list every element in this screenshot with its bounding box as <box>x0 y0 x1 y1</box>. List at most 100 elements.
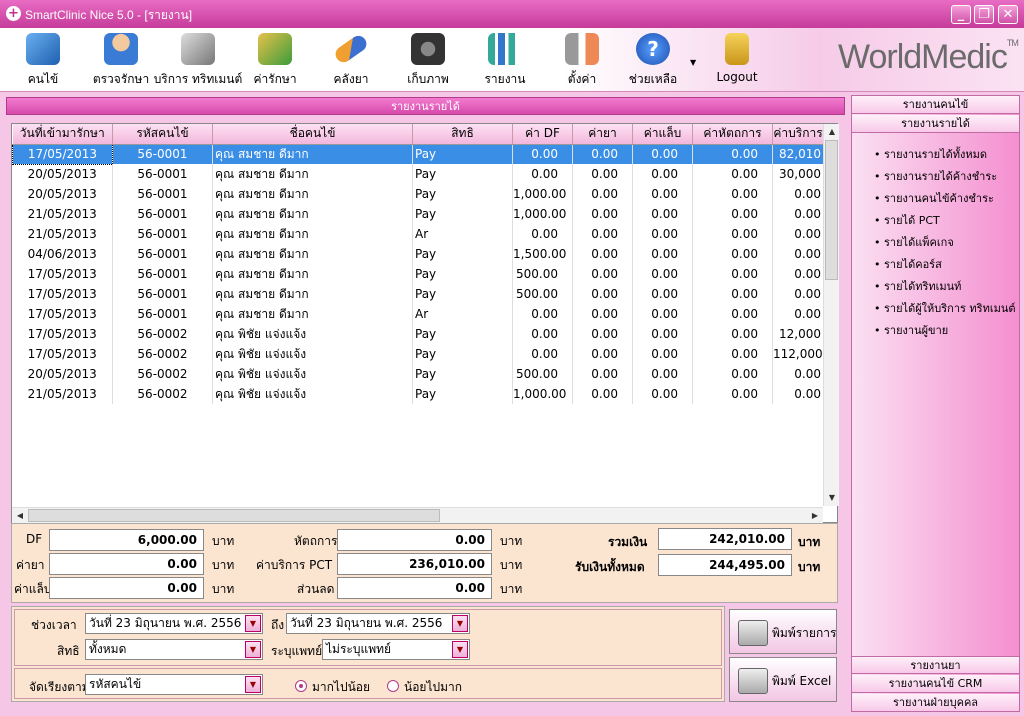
column-header[interactable]: ชื่อคนไข้ <box>212 124 413 145</box>
sidebar-item[interactable]: • รายได้คอร์ส <box>874 255 942 273</box>
app-icon: + <box>6 6 21 21</box>
print-excel-button[interactable]: พิมพ์ Excel <box>729 657 837 702</box>
table-cell: 112,000 <box>772 344 824 364</box>
column-header[interactable]: ค่าบริการ <box>772 124 824 145</box>
sidebar-item[interactable]: • รายงานคนไข้ค้างชำระ <box>874 189 994 207</box>
sidebar-header-patient-report[interactable]: รายงานคนไข้ <box>852 96 1019 114</box>
print-excel-label: พิมพ์ Excel <box>772 674 832 688</box>
table-cell: 0.00 <box>572 304 633 324</box>
toolbar-report-button[interactable]: รายงาน <box>468 28 542 92</box>
table-cell: 0.00 <box>632 384 693 404</box>
scroll-left-icon[interactable]: ◀ <box>12 508 28 524</box>
table-cell: 56-0001 <box>112 224 213 244</box>
column-header[interactable]: รหัสคนไข้ <box>112 124 213 145</box>
toolbar-logout-button[interactable]: Logout <box>700 28 774 92</box>
column-header[interactable]: ค่าหัตถการ <box>692 124 773 145</box>
discount-field: 0.00 <box>337 577 492 599</box>
sort-label: จัดเรียงตาม <box>29 680 90 694</box>
sort-desc-radio[interactable] <box>295 680 307 692</box>
table-cell: 0.00 <box>692 284 773 304</box>
patient-icon <box>26 33 60 65</box>
sort-asc-radio[interactable] <box>387 680 399 692</box>
sidebar-header-drug-report[interactable]: รายงานยา <box>852 656 1019 674</box>
right-select[interactable]: ทั้งหมด ▼ <box>85 639 263 660</box>
column-header[interactable]: ค่า DF <box>512 124 573 145</box>
chevron-down-icon[interactable]: ▼ <box>245 641 261 658</box>
table-cell: 0.00 <box>512 224 573 244</box>
table-row[interactable]: 04/06/2013 56-0001 คุณ สมชาย ดีมาก Pay 1,500… <box>12 244 824 264</box>
chevron-down-icon[interactable]: ▼ <box>452 615 468 632</box>
toolbar-pharmacy-button[interactable]: คลังยา <box>314 28 388 92</box>
chevron-down-icon[interactable]: ▼ <box>245 676 261 693</box>
toolbar-label: ช่วยเหลือ <box>628 72 678 86</box>
table-row[interactable]: 20/05/2013 56-0001 คุณ สมชาย ดีมาก Pay 1,000… <box>12 184 824 204</box>
table-cell: 0.00 <box>632 364 693 384</box>
df-field: 6,000.00 <box>49 529 204 551</box>
table-cell: Pay <box>412 264 513 284</box>
sidebar-item[interactable]: • รายงานผู้ขาย <box>874 321 948 339</box>
restore-button[interactable]: ❐ <box>974 5 994 24</box>
date-to-select[interactable]: วันที่ 23 มิถุนายน พ.ศ. 2556 ▼ <box>286 613 470 634</box>
sort-select[interactable]: รหัสคนไข้ ▼ <box>85 674 263 695</box>
column-header[interactable]: ค่าแล็บ <box>632 124 693 145</box>
toolbar-treatment-button[interactable]: บริการ ทริทเมนต์ <box>154 28 242 92</box>
close-button[interactable]: ✕ <box>998 5 1018 24</box>
sidebar-item[interactable]: • รายได้แพ็คเกจ <box>874 233 954 251</box>
print-list-label: พิมพ์รายการ <box>772 626 837 640</box>
scroll-up-icon[interactable]: ▲ <box>824 124 840 140</box>
sidebar-header-hr-report[interactable]: รายงานฝ่ายบุคคล <box>852 694 1019 712</box>
table-row[interactable]: 21/05/2013 56-0002 คุณ พิชัย แจ่งแจ้ง Pay 1,… <box>12 384 824 404</box>
date-from-select[interactable]: วันที่ 23 มิถุนายน พ.ศ. 2556 ▼ <box>85 613 263 634</box>
table-cell: คุณ พิชัย แจ่งแจ้ง <box>212 364 413 384</box>
column-header[interactable]: สิทธิ <box>412 124 513 145</box>
sidebar-item[interactable]: • รายได้ PCT <box>874 211 940 229</box>
toolbar-camera-button[interactable]: เก็บภาพ <box>391 28 465 92</box>
sidebar-item[interactable]: • รายงานรายได้ค้างชำระ <box>874 167 997 185</box>
vertical-scrollbar[interactable]: ▲ ▼ <box>823 124 839 506</box>
column-header[interactable]: วันที่เข้ามารักษา <box>12 124 113 145</box>
table-row[interactable]: 17/05/2013 56-0001 คุณ สมชาย ดีมาก Pay 0.00 0… <box>12 143 824 165</box>
chevron-down-icon[interactable]: ▼ <box>452 641 468 658</box>
minimize-button[interactable]: _ <box>951 5 971 24</box>
table-row[interactable]: 17/05/2013 56-0001 คุณ สมชาย ดีมาก Pay 500.0… <box>12 264 824 284</box>
table-cell: 0.00 <box>572 144 633 164</box>
sidebar-item[interactable]: • รายได้ทริทเมนท์ <box>874 277 961 295</box>
printer-icon <box>738 668 768 694</box>
table-cell: 0.00 <box>772 204 824 224</box>
toolbar-exam-button[interactable]: ตรวจรักษา <box>84 28 158 92</box>
table-row[interactable]: 21/05/2013 56-0001 คุณ สมชาย ดีมาก Pay 1,000… <box>12 204 824 224</box>
table-row[interactable]: 21/05/2013 56-0001 คุณ สมชาย ดีมาก Ar 0.00 0.… <box>12 224 824 244</box>
doctor-select[interactable]: ไม่ระบุแพทย์ ▼ <box>322 639 470 660</box>
sidebar-header-crm-report[interactable]: รายงานคนไข้ CRM <box>852 675 1019 693</box>
hscroll-thumb[interactable] <box>28 509 440 522</box>
table-cell: คุณ สมชาย ดีมาก <box>212 284 413 304</box>
table-cell: 0.00 <box>632 144 693 164</box>
chevron-down-icon[interactable]: ▼ <box>245 615 261 632</box>
sidebar-header-income-report[interactable]: รายงานรายได้ <box>852 115 1019 133</box>
help-dropdown-arrow[interactable]: ▼ <box>690 58 696 67</box>
sidebar-item[interactable]: • รายได้ผู้ให้บริการ ทริทเมนต์ <box>874 299 1016 317</box>
scroll-right-icon[interactable]: ▶ <box>807 508 823 524</box>
table-row[interactable]: 17/05/2013 56-0002 คุณ พิชัย แจ่งแจ้ง Pay 0.… <box>12 344 824 364</box>
toolbar-billing-button[interactable]: ค่ารักษา <box>238 28 312 92</box>
table-cell: คุณ สมชาย ดีมาก <box>212 204 413 224</box>
table-cell: Pay <box>412 364 513 384</box>
horizontal-scrollbar[interactable]: ◀ ▶ <box>12 507 823 523</box>
sidebar-item[interactable]: • รายงานรายได้ทั้งหมด <box>874 145 987 163</box>
table-row[interactable]: 17/05/2013 56-0001 คุณ สมชาย ดีมาก Pay 500.0… <box>12 284 824 304</box>
sidebar-item-label: รายได้คอร์ส <box>884 258 942 271</box>
toolbar-patient-button[interactable]: คนไข้ <box>6 28 80 92</box>
scroll-thumb[interactable] <box>825 140 838 280</box>
table-cell: คุณ พิชัย แจ่งแจ้ง <box>212 324 413 344</box>
print-list-button[interactable]: พิมพ์รายการ <box>729 609 837 654</box>
column-header[interactable]: ค่ายา <box>572 124 633 145</box>
toolbar-help-button[interactable]: ? ช่วยเหลือ <box>616 28 690 92</box>
lock-icon <box>725 33 749 65</box>
table-row[interactable]: 20/05/2013 56-0002 คุณ พิชัย แจ่งแจ้ง Pay 50… <box>12 364 824 384</box>
table-row[interactable]: 20/05/2013 56-0001 คุณ สมชาย ดีมาก Pay 0.00 0… <box>12 164 824 184</box>
table-row[interactable]: 17/05/2013 56-0001 คุณ สมชาย ดีมาก Ar 0.00 0.… <box>12 304 824 324</box>
scroll-down-icon[interactable]: ▼ <box>824 490 840 506</box>
table-cell: 0.00 <box>692 204 773 224</box>
table-row[interactable]: 17/05/2013 56-0002 คุณ พิชัย แจ่งแจ้ง Pay 0.… <box>12 324 824 344</box>
table-cell: 0.00 <box>512 164 573 184</box>
